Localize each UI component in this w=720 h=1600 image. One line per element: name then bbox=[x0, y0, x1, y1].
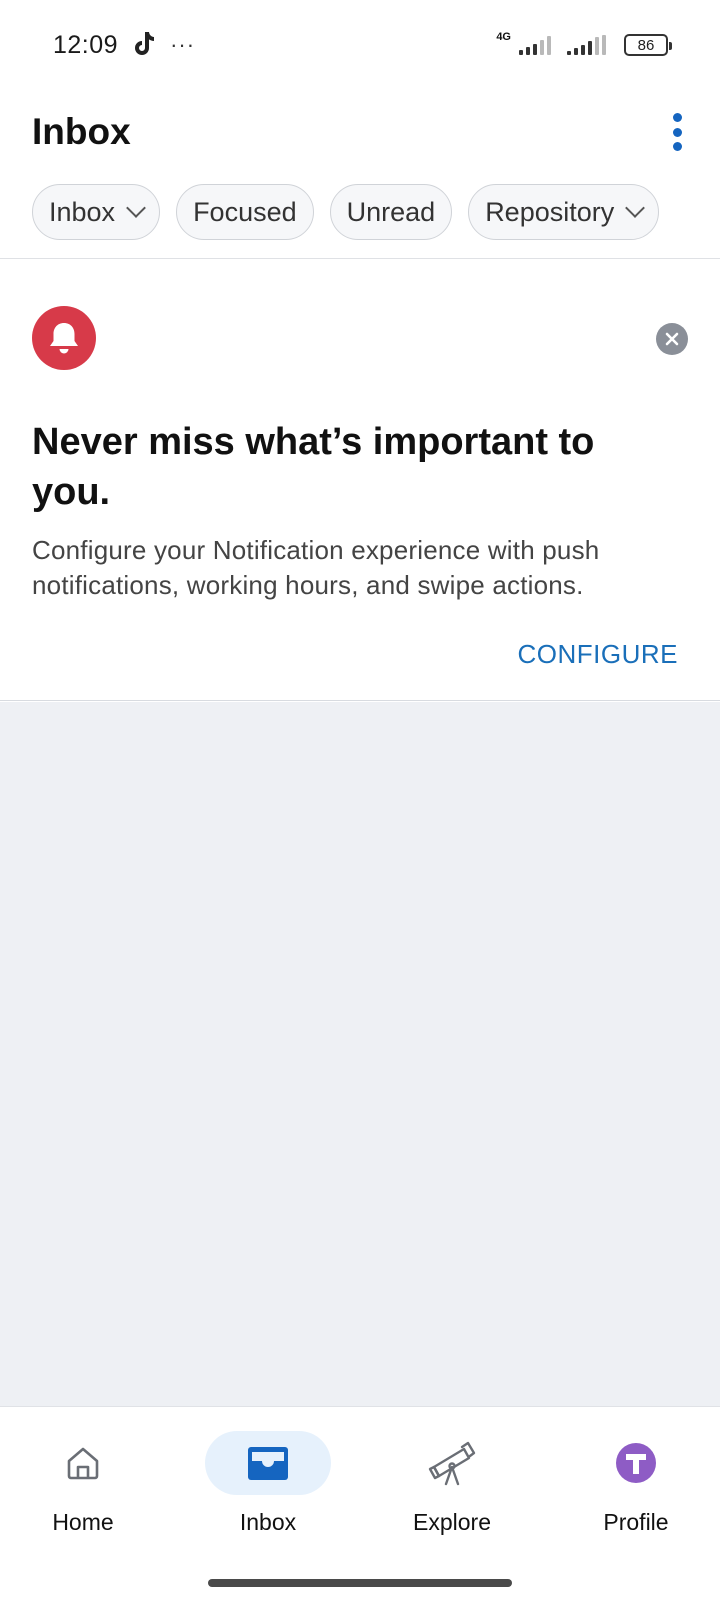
status-time: 12:09 bbox=[53, 30, 119, 59]
filter-chip-focused[interactable]: Focused bbox=[176, 184, 314, 240]
nav-label: Home bbox=[52, 1509, 114, 1535]
filter-chip-label: Unread bbox=[346, 196, 436, 227]
signal-sim2-icon bbox=[567, 35, 606, 55]
battery-level: 86 bbox=[637, 36, 655, 54]
banner-description: Configure your Notification experience w… bbox=[32, 535, 600, 600]
signal-sim1-icon bbox=[519, 35, 551, 55]
status-left: 12:09 ··· bbox=[53, 30, 195, 61]
banner-title: Never miss what’s important to you. bbox=[32, 421, 595, 513]
configure-button[interactable]: CONFIGURE bbox=[518, 639, 679, 670]
nav-icon-wrap bbox=[573, 1431, 699, 1495]
notification-banner: Never miss what’s important to you. Conf… bbox=[0, 259, 720, 701]
status-right: 4G 86 bbox=[494, 31, 672, 56]
nav-icon-wrap bbox=[205, 1431, 331, 1495]
home-indicator[interactable] bbox=[208, 1579, 512, 1587]
home-icon bbox=[67, 1447, 99, 1480]
filters-fade bbox=[680, 184, 720, 246]
chevron-down-icon bbox=[625, 198, 646, 218]
chevron-down-icon bbox=[126, 198, 146, 218]
bell-icon bbox=[32, 306, 96, 370]
nav-icon-wrap bbox=[20, 1431, 146, 1495]
close-banner-button[interactable] bbox=[656, 323, 688, 355]
close-icon bbox=[665, 332, 679, 346]
app-header: Inbox bbox=[0, 90, 720, 174]
filter-chip-inbox[interactable]: Inbox bbox=[32, 184, 161, 240]
battery-icon: 86 bbox=[624, 34, 672, 56]
filter-chip-label: Inbox bbox=[49, 196, 116, 227]
network-type: 4G bbox=[496, 31, 511, 43]
more-notifications-icon: ··· bbox=[170, 32, 196, 57]
tiktok-icon bbox=[132, 30, 156, 61]
nav-label: Explore bbox=[413, 1509, 491, 1535]
more-options-icon[interactable] bbox=[662, 107, 692, 157]
telescope-icon bbox=[428, 1441, 476, 1486]
nav-label: Profile bbox=[603, 1509, 669, 1535]
page-title: Inbox bbox=[32, 111, 131, 152]
status-bar: 12:09 ··· 4G 86 bbox=[0, 0, 720, 90]
nav-item-inbox[interactable]: Inbox bbox=[188, 1431, 348, 1541]
nav-item-home[interactable]: Home bbox=[3, 1431, 163, 1541]
filter-chip-label: Repository bbox=[485, 196, 615, 227]
bottom-navigation: Home Inbox Explore Profile bbox=[0, 1406, 720, 1600]
nav-label: Inbox bbox=[239, 1509, 297, 1535]
filter-chip-repository[interactable]: Repository bbox=[468, 184, 660, 240]
inbox-list-empty bbox=[0, 702, 720, 1406]
nav-icon-wrap bbox=[389, 1431, 515, 1495]
nav-item-explore[interactable]: Explore bbox=[372, 1431, 532, 1541]
avatar-icon bbox=[616, 1443, 656, 1483]
filter-chip-unread[interactable]: Unread bbox=[329, 184, 453, 240]
inbox-icon bbox=[248, 1447, 288, 1480]
filter-chips: Inbox Focused Unread Repository bbox=[0, 184, 720, 246]
filter-chip-label: Focused bbox=[193, 196, 297, 227]
nav-item-profile[interactable]: Profile bbox=[556, 1431, 716, 1541]
